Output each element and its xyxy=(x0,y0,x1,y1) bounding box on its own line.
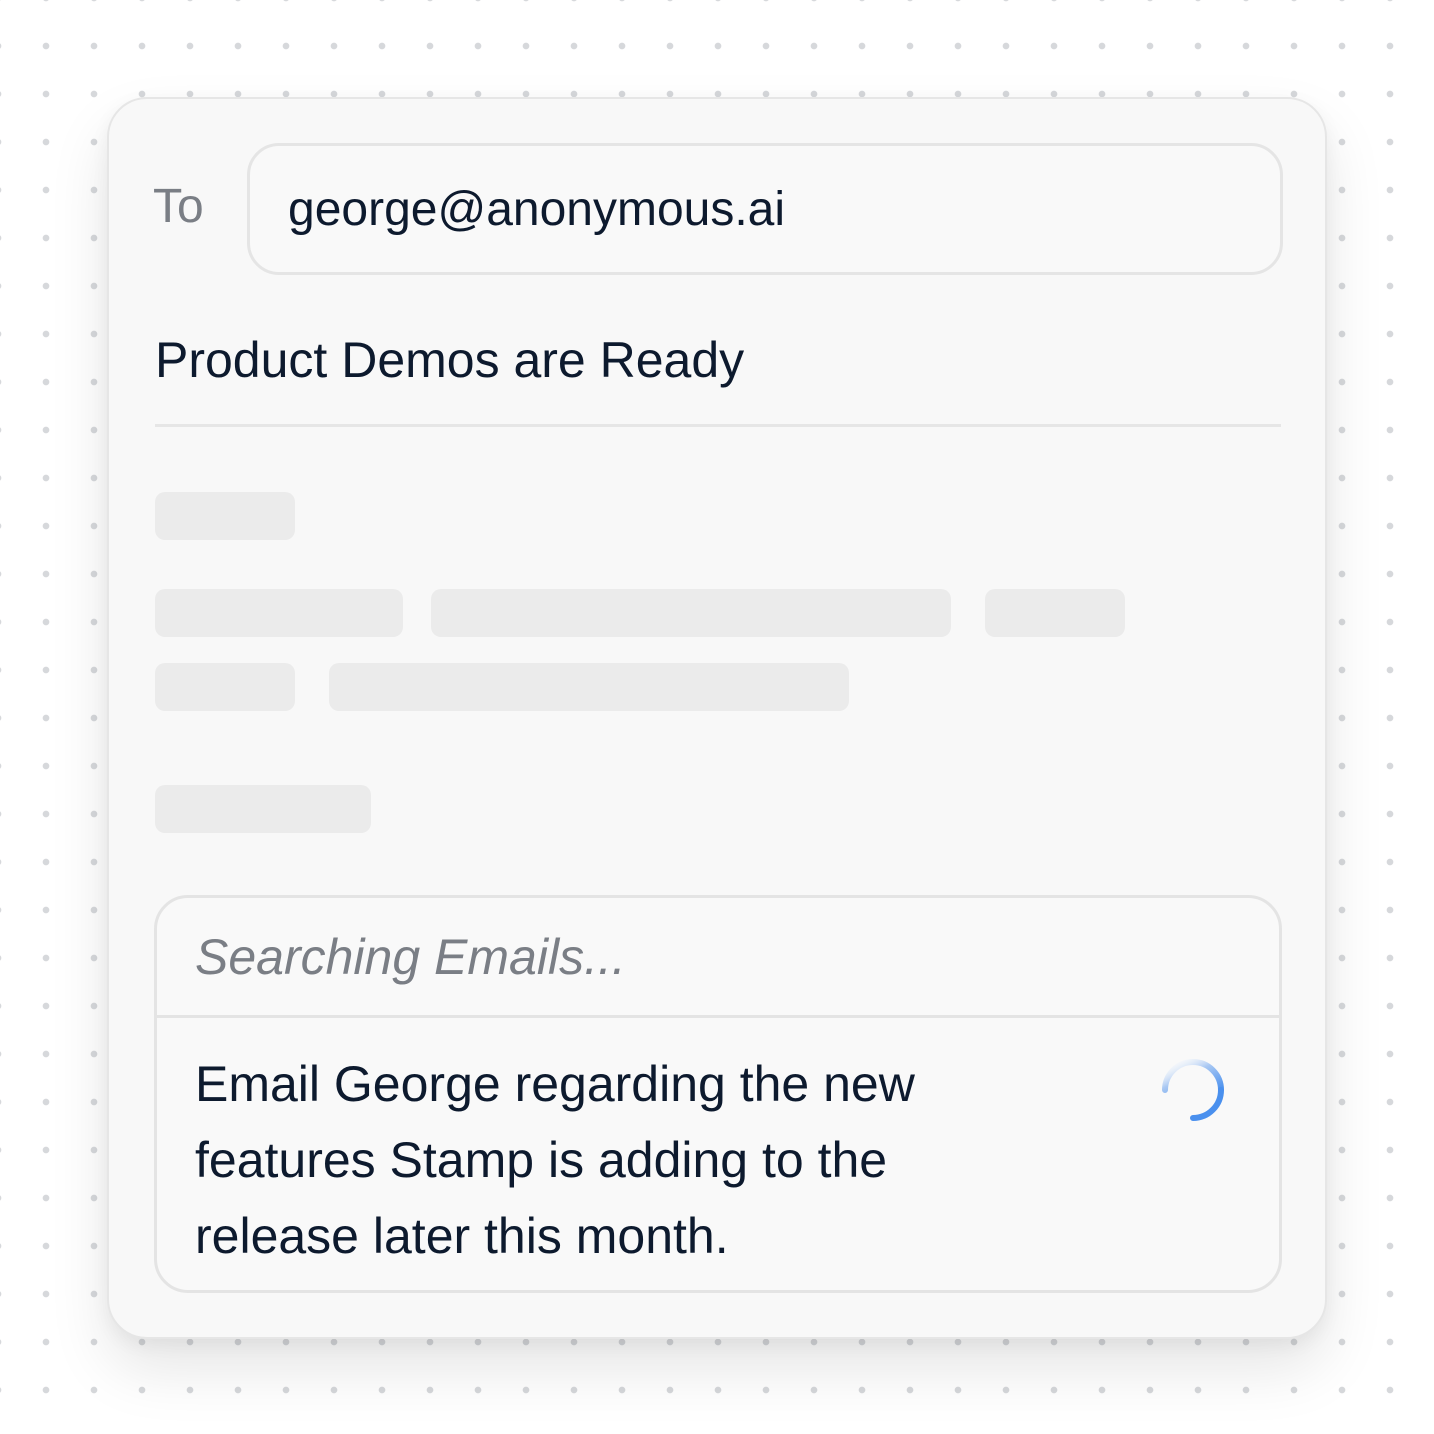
skeleton-line xyxy=(985,589,1125,637)
subject-divider xyxy=(155,424,1281,427)
subject-line[interactable]: Product Demos are Ready xyxy=(155,331,744,389)
loading-spinner-icon xyxy=(1162,1059,1224,1121)
skeleton-line xyxy=(155,589,403,637)
recipient-value: george@anonymous.ai xyxy=(288,182,786,236)
skeleton-line xyxy=(431,589,951,637)
skeleton-line xyxy=(329,663,849,711)
skeleton-line xyxy=(155,663,295,711)
search-status: Searching Emails... xyxy=(157,898,1279,1018)
skeleton-line xyxy=(155,492,295,540)
ai-assistant-panel: Searching Emails... Email George regardi… xyxy=(154,895,1282,1293)
skeleton-line xyxy=(155,785,371,833)
email-compose-card: To george@anonymous.ai Product Demos are… xyxy=(107,97,1327,1339)
assistant-prompt[interactable]: Email George regarding the new features … xyxy=(195,1046,1015,1274)
to-label: To xyxy=(153,180,204,233)
recipient-field[interactable]: george@anonymous.ai xyxy=(247,143,1283,275)
